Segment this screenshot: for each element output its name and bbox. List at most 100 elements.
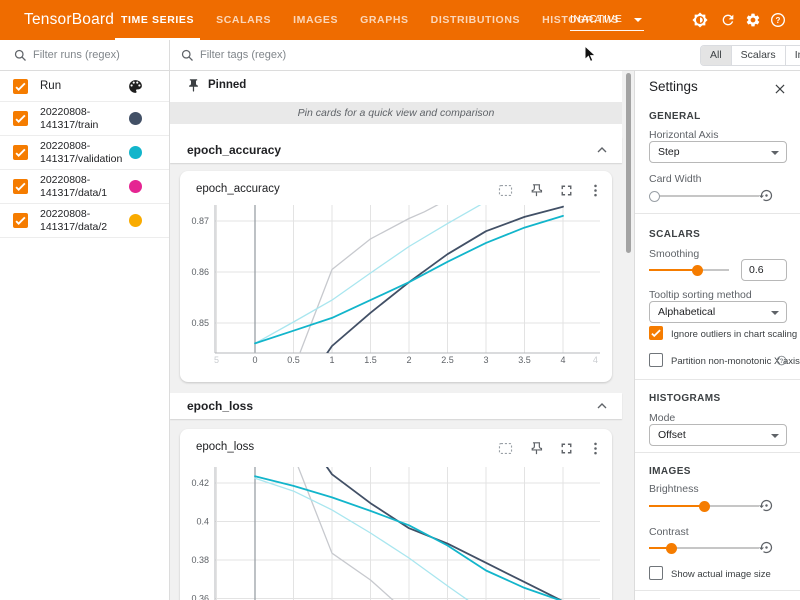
svg-text:4: 4 — [560, 355, 565, 365]
reset-icon[interactable] — [759, 498, 774, 513]
epoch-accuracy-card: 0.850.860.87500.511.522.533.544 epoch_ac… — [180, 171, 612, 382]
fullscreen-icon[interactable] — [558, 440, 575, 457]
run-label: 20220808-141317/validation — [40, 140, 126, 167]
smoothing-value-input[interactable]: 0.6 — [741, 259, 787, 281]
svg-text:0.86: 0.86 — [191, 267, 209, 277]
run-row[interactable]: 20220808-141317/data/1 — [0, 170, 169, 204]
partition-x-checkbox[interactable] — [649, 353, 663, 367]
run-color-dot — [129, 214, 142, 227]
filter-runs-input[interactable]: Filter runs (regex) — [33, 49, 120, 61]
pin-icon — [186, 78, 201, 93]
pin-outline-icon[interactable] — [528, 440, 545, 457]
tab-images[interactable]: IMAGES — [282, 0, 349, 40]
tag-filter-toolbar: Filter tags (regex) All Scalars Image Hi… — [170, 40, 800, 71]
svg-text:2: 2 — [406, 355, 411, 365]
chevron-up-icon[interactable] — [594, 142, 610, 158]
svg-text:5: 5 — [214, 355, 219, 365]
run-checkbox[interactable] — [13, 213, 28, 228]
run-row[interactable]: 20220808-141317/train — [0, 102, 169, 136]
status-dropdown[interactable]: INACTIVE — [570, 10, 644, 31]
epoch-accuracy-chart[interactable]: 0.850.860.87500.511.522.533.544 — [180, 171, 612, 382]
more-options-icon[interactable] — [587, 182, 604, 199]
palette-icon[interactable] — [127, 78, 144, 95]
runs-header-row: Run — [0, 72, 169, 102]
contrast-slider[interactable] — [649, 541, 759, 555]
histogram-mode-value: Offset — [658, 425, 686, 446]
histogram-mode-select[interactable]: Offset — [649, 424, 787, 446]
pinned-section: Pinned Pin cards for a quick view and co… — [170, 71, 622, 137]
horizontal-axis-label: Horizontal Axis — [649, 129, 718, 141]
svg-text:1: 1 — [329, 355, 334, 365]
help-icon[interactable]: ? — [776, 355, 787, 366]
tab-distributions[interactable]: DISTRIBUTIONS — [420, 0, 531, 40]
pinned-header-row: Pinned — [170, 71, 622, 101]
run-checkbox[interactable] — [13, 179, 28, 194]
help-icon[interactable]: ? — [770, 12, 786, 28]
chevron-down-icon — [634, 18, 642, 22]
tooltip-sort-select[interactable]: Alphabetical — [649, 301, 787, 323]
tag-type-filter-group: All Scalars Image Histogram — [700, 45, 800, 66]
reset-icon[interactable] — [759, 540, 774, 555]
pinned-empty-hint: Pin cards for a quick view and compariso… — [170, 102, 622, 124]
chevron-down-icon — [771, 434, 779, 438]
svg-text:2.5: 2.5 — [441, 355, 454, 365]
show-actual-size-checkbox[interactable] — [649, 566, 663, 580]
svg-text:0.87: 0.87 — [191, 216, 209, 226]
settings-gear-icon[interactable] — [745, 12, 761, 28]
filter-chip-image[interactable]: Image — [785, 46, 800, 65]
filter-chip-all[interactable]: All — [701, 46, 731, 65]
ignore-outliers-label: Ignore outliers in chart scaling — [671, 329, 797, 340]
smoothing-label: Smoothing — [649, 248, 699, 260]
run-checkbox[interactable] — [13, 145, 28, 160]
card-width-slider[interactable] — [649, 189, 759, 203]
brightness-slider[interactable] — [649, 499, 759, 513]
pin-outline-icon[interactable] — [528, 182, 545, 199]
refresh-icon[interactable] — [720, 12, 736, 28]
filter-tags-input[interactable]: Filter tags (regex) — [200, 49, 286, 61]
reset-icon[interactable] — [759, 188, 774, 203]
svg-text:?: ? — [776, 16, 781, 25]
close-icon[interactable] — [773, 82, 787, 96]
run-label: 20220808-141317/data/1 — [40, 174, 126, 201]
svg-text:0.5: 0.5 — [287, 355, 300, 365]
section-header-epoch-accuracy[interactable]: epoch_accuracy — [170, 137, 622, 163]
show-actual-size-label: Show actual image size — [671, 569, 771, 580]
fullscreen-icon[interactable] — [558, 182, 575, 199]
card-title: epoch_accuracy — [196, 183, 280, 195]
general-section-label: GENERAL — [649, 111, 701, 122]
run-select-all-checkbox[interactable] — [13, 79, 28, 94]
run-color-dot — [129, 180, 142, 193]
svg-text:3: 3 — [483, 355, 488, 365]
smoothing-slider[interactable] — [649, 263, 729, 277]
theme-toggle-icon[interactable] — [692, 12, 708, 28]
vertical-scrollbar[interactable] — [626, 73, 631, 253]
cards-main-area: Pinned Pin cards for a quick view and co… — [170, 71, 634, 600]
chevron-up-icon[interactable] — [594, 398, 610, 414]
run-row[interactable]: 20220808-141317/data/2 — [0, 204, 169, 238]
more-options-icon[interactable] — [587, 440, 604, 457]
runs-sidebar: Filter runs (regex) Run 20220808-141317/… — [0, 40, 170, 600]
tab-time-series[interactable]: TIME SERIES — [110, 0, 205, 40]
epoch-loss-chart[interactable]: 0.420.40.380.36 — [180, 429, 612, 600]
tab-graphs[interactable]: GRAPHS — [349, 0, 420, 40]
svg-text:0: 0 — [252, 355, 257, 365]
run-checkbox[interactable] — [13, 111, 28, 126]
section-title: epoch_loss — [187, 399, 253, 413]
svg-text:1.5: 1.5 — [364, 355, 377, 365]
status-value: INACTIVE — [570, 10, 644, 29]
chevron-down-icon — [771, 311, 779, 315]
settings-panel: Settings GENERAL Horizontal Axis Step Ca… — [634, 71, 800, 600]
run-row[interactable]: 20220808-141317/validation — [0, 136, 169, 170]
tab-scalars[interactable]: SCALARS — [205, 0, 282, 40]
fit-domain-icon[interactable] — [497, 182, 514, 199]
filter-chip-scalars[interactable]: Scalars — [731, 46, 785, 65]
horizontal-axis-select[interactable]: Step — [649, 141, 787, 163]
nav-tabs: TIME SERIES SCALARS IMAGES GRAPHS DISTRI… — [110, 0, 630, 40]
fit-domain-icon[interactable] — [497, 440, 514, 457]
section-header-epoch-loss[interactable]: epoch_loss — [170, 393, 622, 419]
svg-text:0.42: 0.42 — [191, 478, 209, 488]
ignore-outliers-checkbox[interactable] — [649, 326, 663, 340]
brightness-label: Brightness — [649, 483, 699, 495]
run-label: 20220808-141317/data/2 — [40, 208, 126, 235]
scalars-section-label: SCALARS — [649, 229, 700, 240]
